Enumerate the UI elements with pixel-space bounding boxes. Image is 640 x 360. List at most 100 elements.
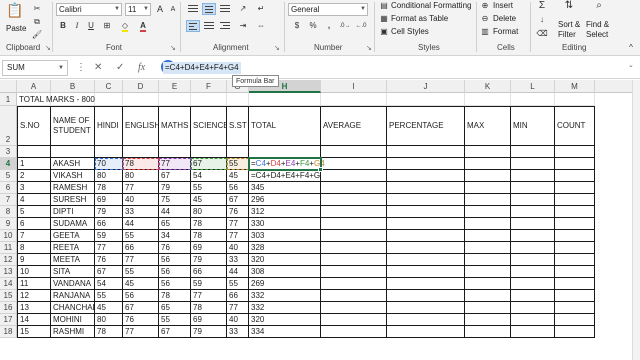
table-cell[interactable] — [387, 170, 465, 182]
bold-button[interactable]: B — [56, 20, 70, 32]
table-cell[interactable]: 69 — [191, 314, 227, 326]
table-cell[interactable]: 77 — [123, 326, 159, 338]
table-cell[interactable]: 79 — [95, 206, 123, 218]
table-cell[interactable]: 80 — [123, 170, 159, 182]
table-cell[interactable]: 78 — [191, 218, 227, 230]
table-cell[interactable] — [465, 314, 511, 326]
table-cell[interactable] — [387, 326, 465, 338]
table-blank-cell[interactable] — [191, 146, 227, 158]
table-cell[interactable] — [511, 194, 555, 206]
empty-cell[interactable] — [227, 93, 249, 106]
table-blank-cell[interactable] — [17, 146, 51, 158]
header-cell-j[interactable]: PERCENTAGE — [387, 106, 465, 146]
enter-entry-button[interactable]: ✓ — [116, 62, 124, 74]
table-cell[interactable]: MOHINI — [51, 314, 95, 326]
empty-cell[interactable] — [387, 93, 465, 106]
table-cell[interactable] — [511, 290, 555, 302]
table-cell[interactable]: RASHMI — [51, 326, 95, 338]
table-cell[interactable]: 77 — [191, 290, 227, 302]
column-header-k[interactable]: K — [465, 80, 511, 93]
empty-cell[interactable] — [123, 93, 159, 106]
table-cell[interactable] — [387, 218, 465, 230]
table-cell[interactable] — [511, 158, 555, 170]
table-cell[interactable] — [387, 194, 465, 206]
table-cell[interactable] — [555, 302, 595, 314]
conditional-formatting-button[interactable]: Conditional Formatting — [391, 1, 471, 11]
table-cell[interactable]: VANDANA — [51, 278, 95, 290]
table-cell[interactable]: 40 — [227, 314, 249, 326]
table-cell[interactable]: 45 — [191, 194, 227, 206]
table-cell[interactable]: 69 — [95, 194, 123, 206]
table-cell[interactable]: 54 — [95, 278, 123, 290]
table-cell[interactable]: 56 — [227, 182, 249, 194]
table-cell[interactable]: 77 — [95, 242, 123, 254]
name-box[interactable]: SUM ▼ — [2, 60, 68, 76]
table-cell[interactable]: 78 — [191, 230, 227, 242]
table-cell[interactable] — [511, 170, 555, 182]
number-launcher-icon[interactable]: ↘ — [366, 44, 372, 52]
table-cell[interactable] — [511, 218, 555, 230]
table-cell[interactable] — [387, 278, 465, 290]
table-blank-cell[interactable] — [387, 146, 465, 158]
table-blank-cell[interactable] — [227, 146, 249, 158]
table-cell[interactable] — [321, 302, 387, 314]
table-cell[interactable] — [465, 242, 511, 254]
table-blank-cell[interactable] — [159, 146, 191, 158]
table-cell[interactable]: 80 — [191, 206, 227, 218]
column-header-l[interactable]: L — [511, 80, 555, 93]
table-cell[interactable]: GEETA — [51, 230, 95, 242]
empty-cell[interactable] — [511, 93, 555, 106]
table-cell[interactable]: 45 — [95, 302, 123, 314]
table-cell[interactable] — [511, 254, 555, 266]
table-cell[interactable]: 79 — [159, 182, 191, 194]
fill-handle[interactable] — [318, 167, 323, 172]
table-cell[interactable]: 44 — [123, 218, 159, 230]
table-cell[interactable] — [321, 158, 387, 170]
table-cell[interactable] — [321, 254, 387, 266]
table-cell[interactable]: 55 — [95, 290, 123, 302]
clipboard-launcher-icon[interactable]: ↘ — [45, 44, 51, 52]
table-cell[interactable] — [465, 278, 511, 290]
table-cell[interactable] — [387, 314, 465, 326]
table-cell[interactable]: SURESH — [51, 194, 95, 206]
table-cell[interactable]: CHANCHAL — [51, 302, 95, 314]
table-cell[interactable]: 269 — [249, 278, 321, 290]
table-cell[interactable]: 55 — [123, 230, 159, 242]
table-cell[interactable]: 76 — [159, 242, 191, 254]
table-cell[interactable]: 33 — [123, 206, 159, 218]
table-cell[interactable] — [321, 314, 387, 326]
empty-cell[interactable] — [249, 93, 321, 106]
row-header-1[interactable]: 1 — [0, 93, 17, 106]
row-header-16[interactable]: 16 — [0, 302, 17, 314]
table-cell[interactable]: 78 — [95, 182, 123, 194]
table-cell[interactable]: 328 — [249, 242, 321, 254]
clear-icon[interactable]: ⌫ — [535, 28, 549, 40]
column-header-d[interactable]: D — [123, 80, 159, 93]
table-cell[interactable]: 79 — [191, 254, 227, 266]
table-cell[interactable]: AKASH — [51, 158, 95, 170]
align-center-icon[interactable] — [202, 20, 216, 32]
row-header-8[interactable]: 8 — [0, 206, 17, 218]
row-header-14[interactable]: 14 — [0, 278, 17, 290]
table-cell[interactable]: 80 — [95, 170, 123, 182]
table-cell[interactable]: 67 — [191, 158, 227, 170]
column-header-i[interactable]: I — [321, 80, 387, 93]
header-cell-m[interactable]: COUNT — [555, 106, 595, 146]
column-header-f[interactable]: F — [191, 80, 227, 93]
table-cell[interactable] — [465, 326, 511, 338]
row-header-6[interactable]: 6 — [0, 182, 17, 194]
table-cell[interactable] — [465, 194, 511, 206]
table-cell[interactable]: 59 — [95, 230, 123, 242]
table-cell[interactable] — [387, 254, 465, 266]
table-cell[interactable]: 59 — [191, 278, 227, 290]
empty-cell[interactable] — [555, 93, 595, 106]
table-cell[interactable]: 13 — [17, 302, 51, 314]
row-header-5[interactable]: 5 — [0, 170, 17, 182]
header-cell-e[interactable]: MATHS — [159, 106, 191, 146]
table-cell[interactable]: 312 — [249, 206, 321, 218]
table-cell[interactable] — [555, 218, 595, 230]
borders-icon[interactable]: ⊞ — [100, 20, 114, 32]
table-cell[interactable]: MEETA — [51, 254, 95, 266]
table-cell[interactable]: 67 — [95, 266, 123, 278]
table-cell[interactable] — [511, 278, 555, 290]
